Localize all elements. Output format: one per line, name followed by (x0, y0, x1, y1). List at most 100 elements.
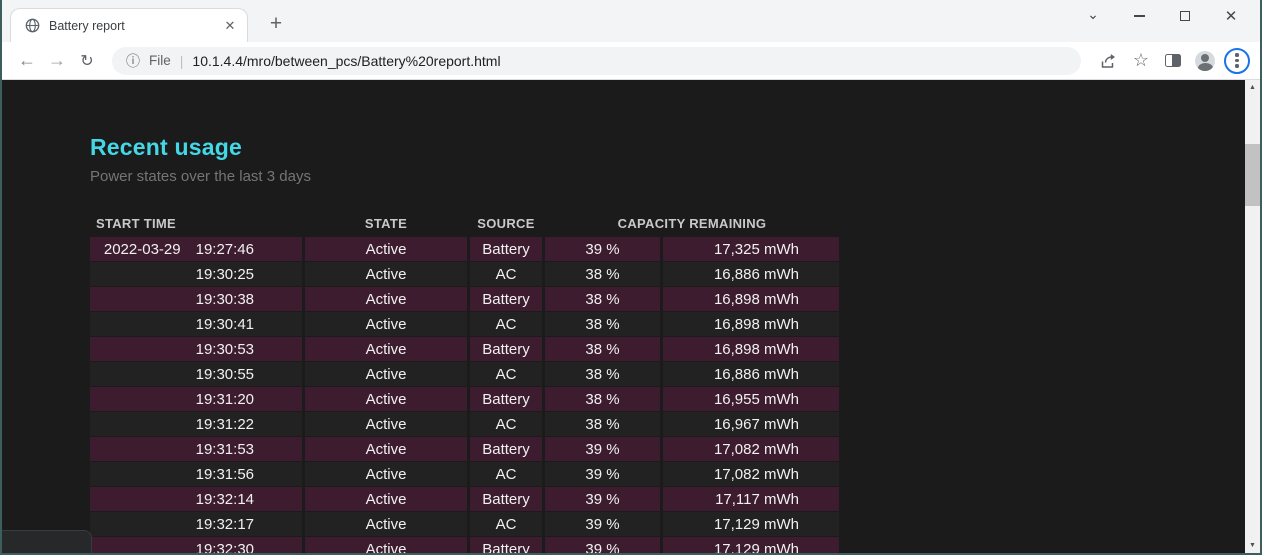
cell-start-time: 19:30:55 (90, 362, 302, 386)
cell-capacity: 16,898 mWh (663, 287, 839, 311)
cell-source: AC (470, 312, 542, 336)
cell-percent: 38 % (545, 287, 660, 311)
scroll-down-icon[interactable]: ▼ (1245, 538, 1260, 553)
cell-start-time: 19:30:41 (90, 312, 302, 336)
cell-source: AC (470, 462, 542, 486)
cell-state: Active (305, 462, 467, 486)
usage-table-body: 2022-03-29 19:27:46ActiveBattery39 %17,3… (90, 237, 839, 553)
minimize-icon (1134, 15, 1145, 16)
cell-state: Active (305, 337, 467, 361)
cell-capacity: 17,082 mWh (663, 462, 839, 486)
side-panel-button[interactable] (1157, 45, 1189, 77)
three-dot-menu-icon (1235, 53, 1238, 67)
cell-capacity: 17,129 mWh (663, 512, 839, 536)
table-row: 19:32:14ActiveBattery39 %17,117 mWh (90, 487, 839, 511)
column-header-source: SOURCE (470, 212, 542, 236)
new-tab-button[interactable]: + (264, 13, 288, 37)
cell-capacity: 16,898 mWh (663, 337, 839, 361)
cell-capacity: 17,117 mWh (663, 487, 839, 511)
table-row: 19:31:56ActiveAC39 %17,082 mWh (90, 462, 839, 486)
bookmark-button[interactable]: ☆ (1125, 45, 1157, 77)
forward-button[interactable]: → (42, 46, 72, 76)
share-icon (1100, 53, 1118, 69)
cell-start-time: 19:30:25 (90, 262, 302, 286)
scroll-up-icon[interactable]: ▲ (1245, 80, 1260, 95)
cell-source: Battery (470, 437, 542, 461)
profile-button[interactable] (1189, 45, 1221, 77)
cell-state: Active (305, 487, 467, 511)
cell-state: Active (305, 262, 467, 286)
table-row: 19:31:20ActiveBattery38 %16,955 mWh (90, 387, 839, 411)
cell-start-time: 19:32:30 (90, 537, 302, 553)
cell-start-time: 19:31:56 (90, 462, 302, 486)
cell-state: Active (305, 362, 467, 386)
cell-state: Active (305, 512, 467, 536)
scrollbar-thumb[interactable] (1245, 144, 1260, 206)
back-button[interactable]: ← (12, 46, 42, 76)
cell-source: Battery (470, 287, 542, 311)
cell-source: AC (470, 262, 542, 286)
info-icon[interactable]: ⓘ (126, 51, 140, 71)
cell-start-time: 19:32:17 (90, 512, 302, 536)
table-row: 19:32:17ActiveAC39 %17,129 mWh (90, 512, 839, 536)
maximize-button[interactable] (1162, 3, 1208, 29)
window-controls: ⌄ ✕ (1070, 2, 1254, 30)
side-panel-icon (1165, 54, 1181, 67)
browser-toolbar: ← → ↻ ⓘ File | 10.1.4.4/mro/between_pcs/… (2, 42, 1260, 80)
cell-capacity: 17,082 mWh (663, 437, 839, 461)
reload-button[interactable]: ↻ (72, 46, 102, 76)
avatar (1195, 51, 1215, 71)
cell-percent: 39 % (545, 512, 660, 536)
cell-source: Battery (470, 487, 542, 511)
url-text: 10.1.4.4/mro/between_pcs/Battery%20repor… (192, 53, 500, 69)
report-body: Recent usage Power states over the last … (2, 80, 1245, 553)
page-title: Recent usage (90, 134, 1245, 161)
browser-menu-button[interactable] (1224, 48, 1250, 74)
table-row: 19:32:30ActiveBattery39 %17,129 mWh (90, 537, 839, 553)
table-row: 19:30:53ActiveBattery38 %16,898 mWh (90, 337, 839, 361)
cell-state: Active (305, 387, 467, 411)
cell-percent: 38 % (545, 262, 660, 286)
tab-strip: Battery report ✕ + ⌄ ✕ (2, 0, 1260, 42)
table-row: 2022-03-29 19:27:46ActiveBattery39 %17,3… (90, 237, 839, 261)
table-row: 19:31:22ActiveAC38 %16,967 mWh (90, 412, 839, 436)
cell-state: Active (305, 312, 467, 336)
scrollbar-track[interactable] (1245, 95, 1260, 538)
cell-source: Battery (470, 237, 542, 261)
cell-percent: 38 % (545, 387, 660, 411)
cell-percent: 38 % (545, 362, 660, 386)
chevron-down-icon[interactable]: ⌄ (1070, 1, 1116, 27)
cell-percent: 39 % (545, 462, 660, 486)
cell-state: Active (305, 537, 467, 553)
cell-percent: 39 % (545, 537, 660, 553)
cell-capacity: 16,898 mWh (663, 312, 839, 336)
cell-percent: 38 % (545, 337, 660, 361)
tab-close-icon[interactable]: ✕ (221, 17, 239, 35)
table-row: 19:30:25ActiveAC38 %16,886 mWh (90, 262, 839, 286)
address-bar[interactable]: ⓘ File | 10.1.4.4/mro/between_pcs/Batter… (112, 47, 1081, 75)
tab-battery-report[interactable]: Battery report ✕ (10, 8, 248, 42)
minimize-button[interactable] (1116, 3, 1162, 29)
cell-capacity: 16,967 mWh (663, 412, 839, 436)
cell-start-time: 19:32:14 (90, 487, 302, 511)
column-header-start-time: START TIME (90, 212, 302, 236)
cell-source: Battery (470, 387, 542, 411)
page-subtitle: Power states over the last 3 days (90, 168, 1245, 185)
toolbar-actions: ☆ (1093, 45, 1250, 77)
vertical-scrollbar[interactable]: ▲ ▼ (1245, 80, 1260, 553)
cell-percent: 39 % (545, 437, 660, 461)
cell-start-time: 19:31:22 (90, 412, 302, 436)
cell-state: Active (305, 237, 467, 261)
column-header-capacity-remaining: CAPACITY REMAINING (545, 212, 839, 236)
cell-source: AC (470, 412, 542, 436)
cell-percent: 38 % (545, 312, 660, 336)
status-bubble (2, 530, 92, 553)
cell-state: Active (305, 437, 467, 461)
close-window-button[interactable]: ✕ (1208, 3, 1254, 29)
cell-start-time: 19:31:20 (90, 387, 302, 411)
cell-percent: 38 % (545, 412, 660, 436)
share-button[interactable] (1093, 45, 1125, 77)
cell-capacity: 16,886 mWh (663, 262, 839, 286)
table-row: 19:30:55ActiveAC38 %16,886 mWh (90, 362, 839, 386)
cell-start-time: 19:30:38 (90, 287, 302, 311)
